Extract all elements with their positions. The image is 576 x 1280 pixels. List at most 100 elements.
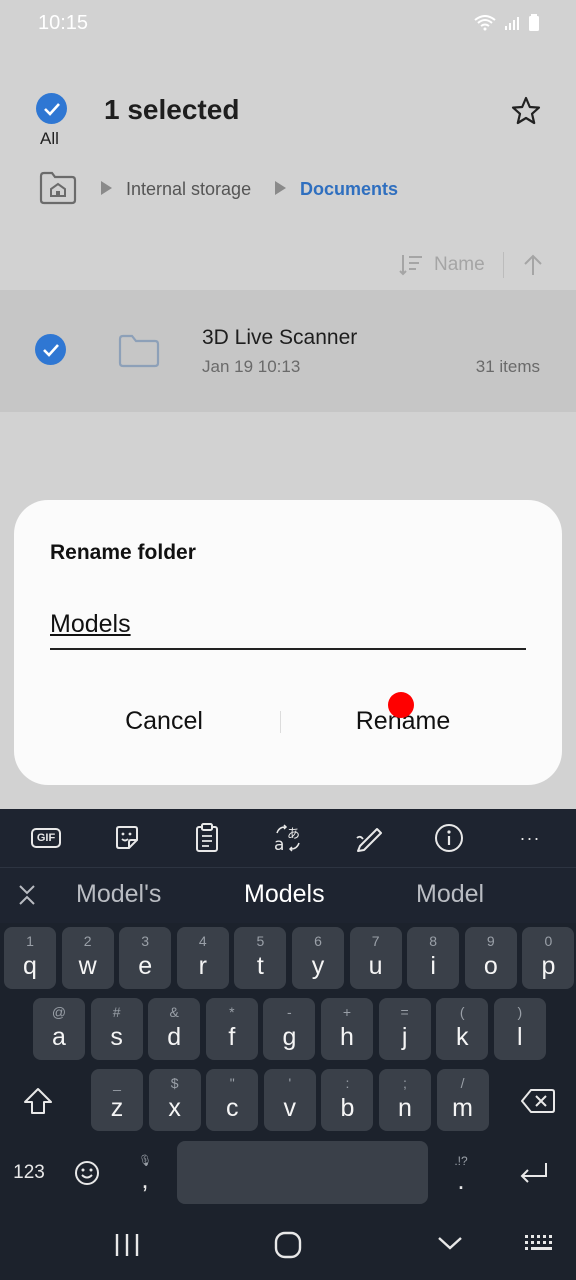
suggestion-2[interactable]: Models	[244, 880, 325, 909]
key-label: z	[110, 1094, 124, 1122]
signal-icon	[505, 17, 519, 30]
key-label: l	[517, 1023, 523, 1051]
home-icon[interactable]	[38, 170, 78, 211]
home-button-icon[interactable]	[273, 1230, 303, 1265]
breadcrumb-documents[interactable]: Documents	[300, 179, 398, 200]
space-key[interactable]	[177, 1141, 428, 1204]
sort-bar[interactable]: Name	[398, 252, 544, 278]
key-hint: :	[345, 1075, 350, 1091]
key-hint: )	[517, 1004, 523, 1020]
key-i[interactable]: 8i	[407, 927, 460, 989]
key-z[interactable]: _ z	[91, 1069, 143, 1131]
page-title: 1 selected	[104, 94, 240, 125]
key-e[interactable]: 3e	[119, 927, 172, 989]
key-hint: +	[342, 1004, 352, 1020]
key-p[interactable]: 0p	[522, 927, 575, 989]
key-v[interactable]: ' v	[263, 1069, 316, 1131]
key-hint: *	[229, 1004, 235, 1020]
handwriting-icon[interactable]	[353, 822, 385, 854]
key-label: h	[340, 1023, 354, 1051]
key-d[interactable]: & d	[148, 998, 201, 1060]
chevron-down-icon[interactable]	[436, 1233, 464, 1258]
sticker-icon[interactable]	[111, 822, 143, 854]
suggestion-1[interactable]: Model's	[76, 880, 161, 909]
key-label: u	[368, 952, 383, 980]
enter-key[interactable]	[504, 1141, 564, 1204]
key-label: x	[168, 1094, 181, 1122]
star-icon[interactable]	[510, 95, 542, 132]
key-x[interactable]: $ x	[148, 1069, 201, 1131]
key-s[interactable]: # s	[90, 998, 143, 1060]
numbers-key[interactable]: 123	[4, 1141, 54, 1204]
key-k[interactable]: (k	[436, 998, 489, 1060]
key-u[interactable]: 7u	[349, 927, 402, 989]
input-underline	[50, 648, 526, 650]
key-label: f	[228, 1023, 236, 1051]
keyboard-hide-icon[interactable]	[524, 1234, 556, 1259]
key-hint: 1	[26, 933, 34, 949]
status-time: 10:15	[38, 12, 89, 34]
status-icons	[474, 14, 540, 32]
arrow-up-icon	[523, 254, 542, 275]
select-all-label: All	[40, 129, 59, 148]
key-g[interactable]: -g	[263, 998, 316, 1060]
comma-key[interactable]: 🎙 ,	[120, 1141, 170, 1204]
key-f[interactable]: * f	[205, 998, 258, 1060]
key-hint: '	[288, 1075, 292, 1091]
key-q[interactable]: 1q	[4, 927, 56, 989]
key-t[interactable]: 5t	[234, 927, 287, 989]
clipboard-icon[interactable]	[191, 822, 223, 854]
key-label: b	[340, 1094, 355, 1122]
select-all-checkbox[interactable]	[36, 93, 67, 124]
key-c[interactable]: " c	[206, 1069, 259, 1131]
translate-icon[interactable]: aあ	[272, 822, 304, 854]
key-n[interactable]: ; n	[379, 1069, 431, 1131]
sort-label[interactable]: Name	[434, 254, 485, 276]
file-row[interactable]	[0, 290, 576, 412]
collapse-icon[interactable]	[16, 883, 38, 912]
info-icon[interactable]	[433, 822, 465, 854]
key-r[interactable]: 4r	[176, 927, 229, 989]
shift-key[interactable]	[6, 1069, 70, 1133]
breadcrumb-internal-storage[interactable]: Internal storage	[126, 179, 251, 200]
key-w[interactable]: 2w	[61, 927, 114, 989]
comma-label: ,	[141, 1164, 149, 1194]
emoji-key[interactable]	[62, 1141, 112, 1204]
dialog-title: Rename folder	[50, 541, 196, 564]
key-j[interactable]: = j	[378, 998, 431, 1060]
key-hint: 2	[83, 933, 92, 949]
battery-icon	[529, 14, 539, 31]
wifi-icon	[474, 15, 496, 31]
file-name: 3D Live Scanner	[202, 326, 358, 349]
button-divider	[280, 711, 281, 733]
key-h[interactable]: + h	[321, 998, 373, 1060]
gif-icon[interactable]: GIF	[30, 822, 62, 854]
more-icon[interactable]: ···	[514, 822, 546, 854]
key-hint: "	[229, 1075, 235, 1091]
key-y[interactable]: 6y	[292, 927, 344, 989]
key-a[interactable]: @ a	[33, 998, 85, 1060]
row-checkbox[interactable]	[35, 334, 66, 365]
file-item-count: 31 items	[475, 357, 540, 376]
key-m[interactable]: / m	[436, 1069, 489, 1131]
key-l[interactable]: ) l	[493, 998, 546, 1060]
key-label: p	[541, 952, 556, 980]
breadcrumb-separator-icon	[101, 181, 112, 195]
key-hint: 4	[198, 933, 207, 949]
file-date: Jan 19 10:13	[202, 357, 301, 376]
suggestion-3[interactable]: Model	[416, 880, 484, 909]
backspace-key[interactable]	[506, 1069, 570, 1133]
key-hint: @	[51, 1004, 67, 1020]
key-label: g	[282, 1023, 297, 1051]
key-hint: 5	[256, 933, 265, 949]
key-hint: 3	[141, 933, 150, 949]
enter-icon	[520, 1162, 547, 1183]
folder-name-input[interactable]: Models	[50, 610, 131, 639]
cancel-button[interactable]: Cancel	[64, 707, 264, 736]
key-b[interactable]: :b	[321, 1069, 374, 1131]
key-label: d	[167, 1023, 182, 1051]
period-key[interactable]: .!? .	[436, 1141, 486, 1204]
key-o[interactable]: 9o	[464, 927, 517, 989]
recent-apps-icon[interactable]	[112, 1231, 142, 1264]
key-label: q	[23, 952, 37, 980]
